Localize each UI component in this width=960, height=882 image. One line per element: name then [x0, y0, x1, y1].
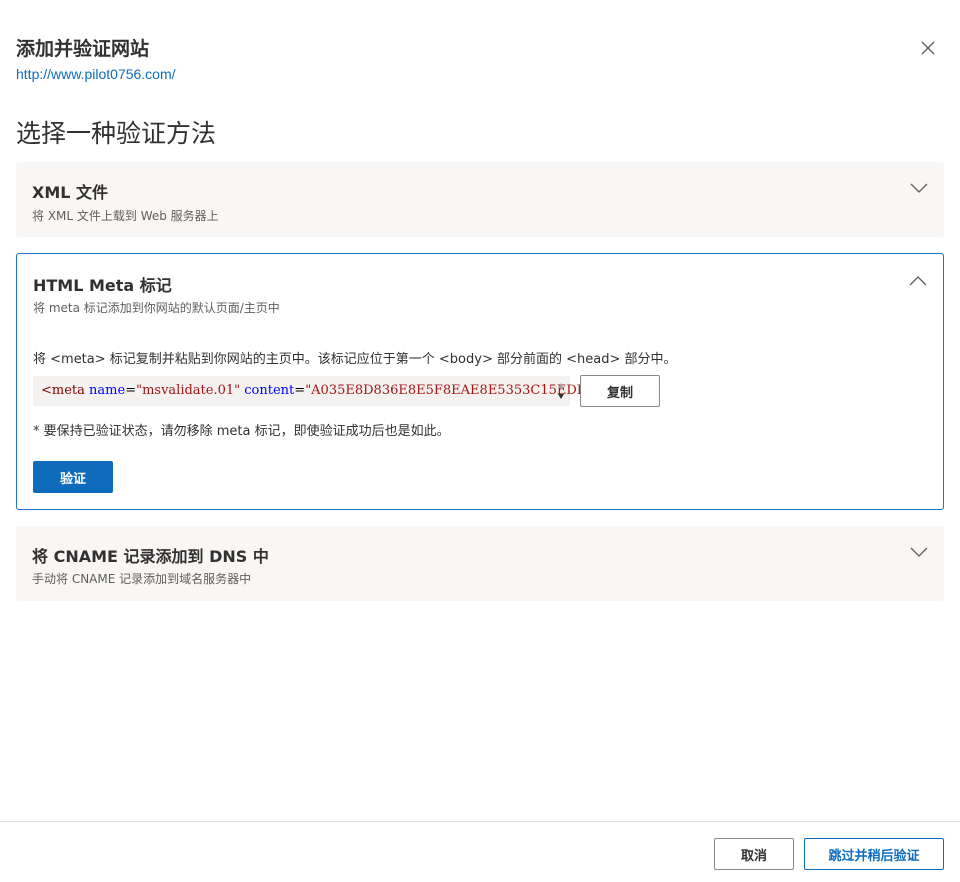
code-attr-content: content [244, 383, 295, 398]
method-card-xml[interactable]: XML 文件 将 XML 文件上载到 Web 服务器上 [16, 162, 944, 237]
meta-instructions: 将 <meta> 标记复制并粘贴到你网站的主页中。该标记应位于第一个 <body… [33, 352, 677, 367]
meta-note: * 要保持已验证状态，请勿移除 meta 标记，即使验证成功后也是如此。 [33, 424, 450, 439]
copy-button[interactable]: 复制 [580, 375, 660, 407]
chevron-down-icon[interactable] [910, 183, 928, 193]
method-subtitle: 将 XML 文件上载到 Web 服务器上 [32, 209, 219, 223]
dialog-title: 添加并验证网站 [16, 38, 150, 60]
method-subtitle: 手动将 CNAME 记录添加到域名服务器中 [32, 572, 252, 586]
method-title[interactable]: HTML Meta 标记 [33, 272, 172, 296]
method-title: 将 CNAME 记录添加到 DNS 中 [32, 547, 269, 566]
site-url-link[interactable]: http://www.pilot0756.com/ [16, 66, 176, 82]
add-verify-site-dialog: 添加并验证网站 http://www.pilot0756.com/ 选择一种验证… [0, 0, 960, 882]
verify-button[interactable]: 验证 [33, 461, 113, 493]
code-name-value: "msvalidate.01" [136, 383, 241, 398]
meta-tag-code: <meta name="msvalidate.01" content="A035… [41, 383, 620, 398]
scroll-spinner-icon[interactable] [556, 380, 566, 402]
skip-verify-later-button[interactable]: 跳过并稍后验证 [804, 838, 944, 870]
chevron-down-icon[interactable] [910, 547, 928, 557]
chevron-up-icon[interactable] [909, 276, 927, 286]
code-tag-open: <meta [41, 383, 85, 398]
code-attr-name: name [89, 383, 126, 398]
method-card-html-meta: HTML Meta 标记 将 meta 标记添加到你网站的默认页面/主页中 将 … [16, 253, 944, 510]
method-card-cname[interactable]: 将 CNAME 记录添加到 DNS 中 手动将 CNAME 记录添加到域名服务器… [16, 526, 944, 601]
method-subtitle: 将 meta 标记添加到你网站的默认页面/主页中 [33, 301, 280, 315]
method-title: XML 文件 [32, 183, 109, 202]
footer-divider [0, 821, 960, 822]
close-icon [921, 41, 935, 55]
close-button[interactable] [918, 38, 938, 58]
verification-method-heading: 选择一种验证方法 [16, 119, 217, 148]
cancel-button[interactable]: 取消 [714, 838, 794, 870]
meta-tag-code-field[interactable]: <meta name="msvalidate.01" content="A035… [33, 376, 620, 406]
